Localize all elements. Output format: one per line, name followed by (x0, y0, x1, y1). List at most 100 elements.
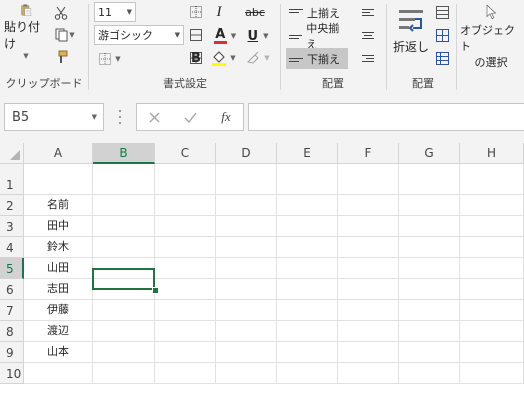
cell-a6[interactable]: 志田 (24, 279, 93, 300)
cell-h1[interactable] (460, 164, 524, 195)
font-color-button[interactable]: A ▼ (210, 26, 240, 46)
column-header-h[interactable]: H (460, 143, 524, 164)
cell-b10[interactable] (93, 363, 155, 384)
font-name-select[interactable]: 游ゴシック ▼ (94, 25, 184, 45)
cell-e9[interactable] (277, 342, 338, 363)
column-header-b[interactable]: B (93, 143, 155, 164)
cell-h2[interactable] (460, 195, 524, 216)
select-all-button[interactable] (0, 143, 24, 164)
italic-button[interactable]: I (210, 2, 228, 22)
cell-c3[interactable] (155, 216, 216, 237)
cell-e3[interactable] (277, 216, 338, 237)
column-header-e[interactable]: E (277, 143, 338, 164)
cell-b1[interactable] (93, 164, 155, 195)
cell-c10[interactable] (155, 363, 216, 384)
layout-button-3[interactable] (434, 50, 450, 66)
cell-f5[interactable] (338, 258, 399, 279)
cell-h3[interactable] (460, 216, 524, 237)
cell-e10[interactable] (277, 363, 338, 384)
fill-handle[interactable] (152, 287, 159, 294)
cell-b8[interactable] (93, 321, 155, 342)
cell-h7[interactable] (460, 300, 524, 321)
align-middle-button[interactable]: 中央揃え (286, 22, 348, 51)
border-button[interactable] (188, 4, 204, 20)
paste-dropdown-arrow[interactable]: ▼ (23, 52, 28, 60)
cell-a1[interactable] (24, 164, 93, 195)
underline-button[interactable]: U ▼ (244, 26, 272, 46)
cell-a4[interactable]: 鈴木 (24, 237, 93, 258)
cell-a3[interactable]: 田中 (24, 216, 93, 237)
cell-e2[interactable] (277, 195, 338, 216)
name-box[interactable]: B5 ▼ (4, 103, 104, 131)
row-header-8[interactable]: 8 (0, 321, 24, 342)
row-header-10[interactable]: 10 (0, 363, 24, 384)
cell-h4[interactable] (460, 237, 524, 258)
cell-d1[interactable] (216, 164, 277, 195)
row-header-2[interactable]: 2 (0, 195, 24, 216)
row-header-1[interactable]: 1 (0, 164, 24, 195)
cell-h9[interactable] (460, 342, 524, 363)
font-size-select[interactable]: 11 ▼ (94, 2, 136, 22)
cell-f1[interactable] (338, 164, 399, 195)
cell-b3[interactable] (93, 216, 155, 237)
cell-e6[interactable] (277, 279, 338, 300)
cell-f2[interactable] (338, 195, 399, 216)
column-header-g[interactable]: G (399, 143, 460, 164)
cell-d10[interactable] (216, 363, 277, 384)
cell-h6[interactable] (460, 279, 524, 300)
select-objects-button[interactable]: オブジェクト の選択 (460, 4, 522, 70)
cell-c6[interactable] (155, 279, 216, 300)
fill-color-button[interactable]: ▼ (208, 48, 240, 68)
cell-d2[interactable] (216, 195, 277, 216)
cell-f4[interactable] (338, 237, 399, 258)
strikethrough-button[interactable]: abc (242, 2, 268, 22)
enter-button[interactable] (179, 108, 201, 126)
cell-a9[interactable]: 山本 (24, 342, 93, 363)
row-header-7[interactable]: 7 (0, 300, 24, 321)
cell-d5[interactable] (216, 258, 277, 279)
cell-g6[interactable] (399, 279, 460, 300)
bold-button[interactable]: B (187, 48, 205, 68)
cell-g7[interactable] (399, 300, 460, 321)
cell-h10[interactable] (460, 363, 524, 384)
cell-a7[interactable]: 伊藤 (24, 300, 93, 321)
cell-e1[interactable] (277, 164, 338, 195)
cell-b2[interactable] (93, 195, 155, 216)
cell-g3[interactable] (399, 216, 460, 237)
cell-g8[interactable] (399, 321, 460, 342)
cell-g2[interactable] (399, 195, 460, 216)
cell-c5[interactable] (155, 258, 216, 279)
cell-d9[interactable] (216, 342, 277, 363)
row-header-6[interactable]: 6 (0, 279, 24, 300)
merge-cells-button[interactable] (188, 27, 204, 43)
row-header-5[interactable]: 5 (0, 258, 24, 279)
cell-f6[interactable] (338, 279, 399, 300)
row-header-9[interactable]: 9 (0, 342, 24, 363)
column-header-a[interactable]: A (24, 143, 93, 164)
cell-b9[interactable] (93, 342, 155, 363)
cell-c7[interactable] (155, 300, 216, 321)
more-borders-button[interactable]: ▼ (96, 50, 124, 68)
cell-g9[interactable] (399, 342, 460, 363)
cell-d6[interactable] (216, 279, 277, 300)
insert-function-button[interactable]: fx (215, 108, 237, 126)
row-header-4[interactable]: 4 (0, 237, 24, 258)
align-left-button[interactable] (360, 4, 376, 20)
layout-button-1[interactable] (434, 4, 450, 20)
cell-a10[interactable] (24, 363, 93, 384)
cell-a5[interactable]: 山田 (24, 258, 93, 279)
cell-e8[interactable] (277, 321, 338, 342)
cell-f3[interactable] (338, 216, 399, 237)
cell-c2[interactable] (155, 195, 216, 216)
cell-h8[interactable] (460, 321, 524, 342)
cell-a2[interactable]: 名前 (24, 195, 93, 216)
format-painter-button[interactable] (52, 48, 70, 66)
formula-input[interactable] (248, 103, 524, 131)
cell-c8[interactable] (155, 321, 216, 342)
column-header-f[interactable]: F (338, 143, 399, 164)
cell-f10[interactable] (338, 363, 399, 384)
cell-g5[interactable] (399, 258, 460, 279)
align-bottom-button[interactable]: 下揃え (286, 48, 348, 69)
paste-button[interactable]: 貼り付け ▼ (4, 4, 48, 60)
cell-f7[interactable] (338, 300, 399, 321)
